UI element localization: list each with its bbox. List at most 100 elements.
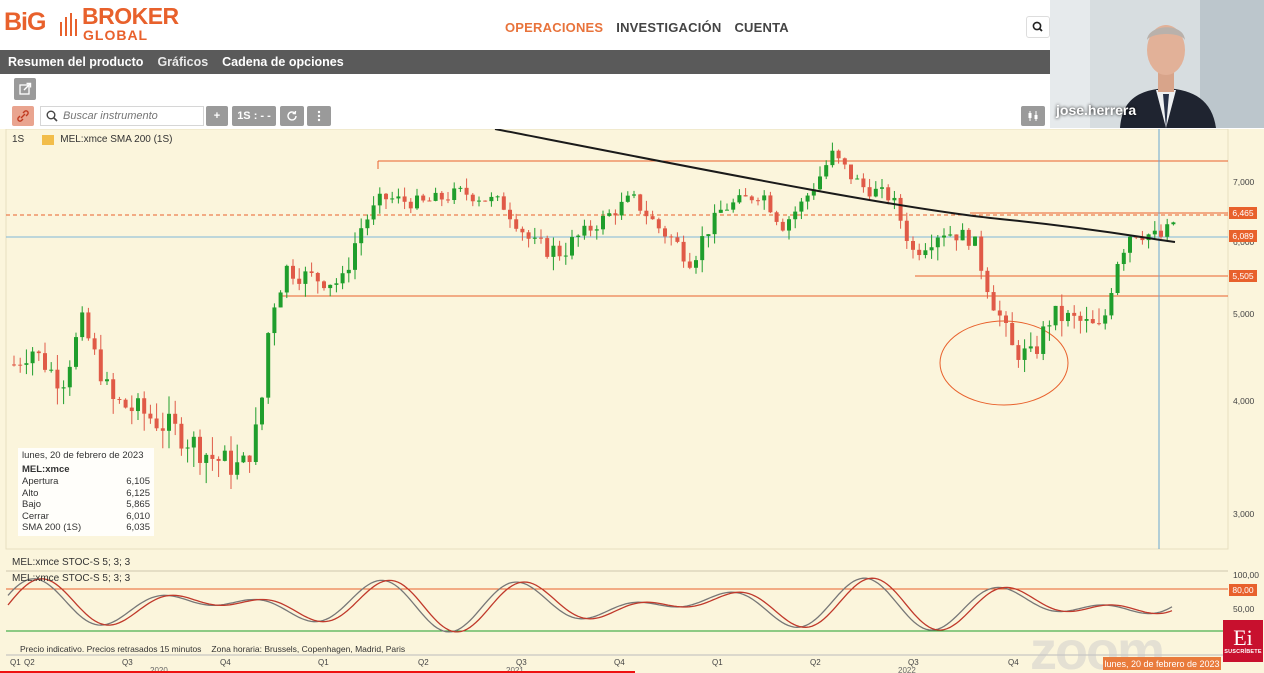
- time-axis-quarter-label: Q1: [318, 658, 329, 667]
- chart-type-button[interactable]: [1021, 106, 1045, 126]
- refresh-button[interactable]: [280, 106, 304, 126]
- instrument-search[interactable]: [40, 106, 204, 126]
- candle-body: [278, 292, 283, 308]
- link-icon: [17, 110, 29, 122]
- big-logo[interactable]: BiG: [4, 8, 46, 37]
- candle-body: [594, 229, 599, 231]
- tab-graficos[interactable]: Gráficos: [157, 55, 208, 69]
- candle-body: [272, 307, 277, 334]
- more-options-button[interactable]: [307, 106, 331, 126]
- candle-body: [241, 455, 246, 463]
- candle-body: [421, 195, 426, 201]
- stoch-d-line: [7, 577, 1173, 633]
- candle-body: [663, 228, 667, 237]
- price-axis-label: 5,000: [1233, 309, 1255, 319]
- candle-body: [377, 193, 382, 206]
- candle-body: [160, 428, 165, 431]
- candle-body: [508, 209, 512, 220]
- candle-body: [359, 228, 364, 244]
- candle-body: [396, 196, 401, 199]
- candle-body: [204, 454, 209, 463]
- candle-body: [706, 234, 711, 237]
- refresh-icon: [287, 110, 297, 121]
- popout-button[interactable]: [14, 78, 36, 100]
- candle-body: [501, 196, 506, 210]
- candle-body: [1103, 315, 1108, 324]
- candle-body: [867, 187, 872, 197]
- candle-body: [415, 195, 419, 209]
- candle-body: [737, 195, 742, 203]
- candle-body: [129, 407, 134, 412]
- candle-body: [55, 369, 60, 389]
- sma-legend-icon[interactable]: [42, 134, 55, 145]
- timezone-note: Zona horaria: Brussels, Copenhagen, Madr…: [211, 644, 406, 654]
- nav-operaciones[interactable]: OPERACIONES: [505, 20, 603, 35]
- candle-body: [985, 270, 990, 293]
- instrument-search-input[interactable]: [63, 110, 203, 122]
- app: BiG BROKER GLOBAL OPERACIONES INVESTIGAC…: [0, 0, 1264, 673]
- candle-body: [1078, 315, 1083, 321]
- candle-body: [198, 436, 202, 463]
- participant-name: jose.herrera: [1056, 102, 1137, 118]
- subscribe-badge[interactable]: Ei SUSCRÍBETE: [1223, 620, 1263, 662]
- candle-body: [681, 241, 686, 262]
- candle-body: [1121, 252, 1126, 265]
- header-search-button[interactable]: [1026, 16, 1050, 38]
- time-axis-quarter-label: Q2: [810, 658, 821, 667]
- candle-body: [576, 235, 581, 237]
- candle-body: [210, 454, 215, 459]
- candle-body: [892, 197, 897, 201]
- nav-cuenta[interactable]: CUENTA: [734, 20, 788, 35]
- price-axis-label: 7,000: [1233, 177, 1255, 187]
- candle-body: [427, 200, 432, 202]
- candle-body: [762, 195, 767, 201]
- candle-body: [1041, 326, 1046, 354]
- candle-body: [1084, 319, 1089, 321]
- time-axis-quarter-label: Q4: [220, 658, 231, 667]
- tab-resumen-producto[interactable]: Resumen del producto: [8, 55, 143, 69]
- candle-body: [687, 261, 692, 268]
- info-label: Bajo: [22, 499, 42, 510]
- candle-body: [898, 197, 903, 221]
- add-indicator-button[interactable]: +: [206, 106, 228, 126]
- candle-body: [638, 194, 643, 211]
- info-label: SMA 200 (1S): [22, 522, 82, 533]
- candle-body: [179, 423, 184, 449]
- candle-body: [830, 150, 835, 166]
- info-row-cerrar: Cerrar 6,010: [22, 511, 150, 523]
- candle-body: [520, 228, 525, 233]
- candle-body: [514, 219, 519, 229]
- price-chart[interactable]: Q1 Q2 Q3 Q4 Q1 Q2 Q3 Q4 Q1 Q2 Q3 Q42020 2021 2022: [0, 129, 1264, 673]
- candle-body: [105, 379, 109, 382]
- candle-body: [365, 219, 370, 229]
- candle-body: [725, 209, 729, 211]
- candle-body: [86, 312, 91, 339]
- candle-body: [694, 260, 698, 268]
- ei-logo: Ei: [1233, 625, 1253, 650]
- candle-body: [625, 195, 630, 202]
- info-value: 6,125: [126, 487, 150, 499]
- candle-body: [991, 292, 996, 311]
- price-axis-label: 4,000: [1233, 396, 1255, 406]
- candle-body: [402, 196, 407, 202]
- chart-area[interactable]: Q1 Q2 Q3 Q4 Q1 Q2 Q3 Q4 Q1 Q2 Q3 Q4 2020 2021 2022 1S …: [0, 129, 1264, 673]
- candle-body: [650, 216, 655, 220]
- nav-investigacion[interactable]: INVESTIGACIÓN: [616, 20, 721, 35]
- chart-footer: Precio indicativo. Precios retrasados 15…: [20, 644, 405, 654]
- candle-body: [1115, 264, 1120, 294]
- candle-body: [334, 283, 339, 285]
- search-icon: [46, 110, 58, 122]
- candle-body: [539, 237, 543, 239]
- link-button[interactable]: [12, 106, 34, 126]
- tab-cadena-opciones[interactable]: Cadena de opciones: [222, 55, 344, 69]
- candle-body: [799, 201, 804, 212]
- candle-body: [489, 196, 494, 202]
- candle-body: [303, 271, 308, 284]
- time-axis-quarter-label: Q1: [712, 658, 723, 667]
- candle-body: [923, 250, 928, 256]
- candle-body: [136, 398, 140, 412]
- candle-body: [570, 236, 574, 256]
- period-selector[interactable]: 1S : - -: [232, 106, 276, 126]
- delay-note: Precio indicativo. Precios retrasados 15…: [20, 644, 202, 654]
- interval-label: 1S: [12, 134, 25, 145]
